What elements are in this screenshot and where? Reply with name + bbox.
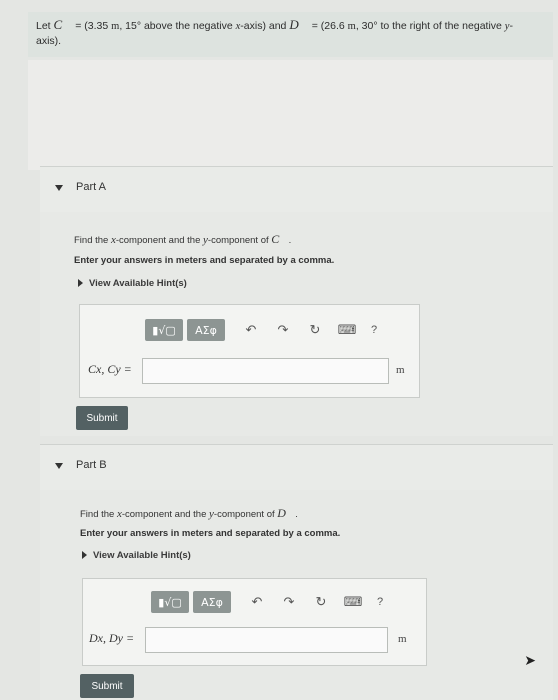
undo-icon[interactable]: ↶ bbox=[241, 320, 261, 340]
part-a-instruction: Enter your answers in meters and separat… bbox=[74, 255, 335, 266]
greek-symbols-button[interactable]: ΑΣφ bbox=[187, 319, 225, 341]
keyboard-icon[interactable]: ⌨ bbox=[337, 320, 357, 340]
part-a-answer-input[interactable] bbox=[142, 358, 389, 384]
d-direction: , 30° to the right of the negative bbox=[355, 20, 502, 32]
part-b-title: Part B bbox=[76, 459, 107, 471]
c-direction: , 15° above the negative bbox=[119, 20, 233, 32]
c-magnitude: = (3.35 bbox=[75, 20, 109, 32]
vector-d: D⃗ bbox=[289, 17, 309, 32]
part-a-submit-button[interactable]: Submit bbox=[76, 406, 128, 430]
part-a-header[interactable]: Part A bbox=[40, 166, 553, 212]
expand-arrow-icon bbox=[82, 551, 87, 560]
templates-button[interactable]: ▮√▢ bbox=[151, 591, 189, 613]
undo-icon[interactable]: ↶ bbox=[247, 592, 267, 612]
redo-icon[interactable]: ↷ bbox=[273, 320, 293, 340]
math-toolbar: ▮√▢ ΑΣφ ↶ ↷ ↻ ⌨ ? bbox=[145, 318, 377, 342]
expand-arrow-icon bbox=[78, 279, 83, 288]
reset-icon[interactable]: ↻ bbox=[311, 592, 331, 612]
problem-statement: Let C⃗ = (3.35 m , 15° above the negative… bbox=[28, 12, 553, 57]
part-b-header[interactable]: Part B bbox=[40, 444, 553, 490]
reset-icon[interactable]: ↻ bbox=[305, 320, 325, 340]
problem-let: Let bbox=[36, 20, 51, 32]
part-b-variable-label: Dx, Dy = bbox=[89, 631, 135, 645]
collapse-arrow-icon[interactable] bbox=[55, 463, 63, 469]
part-b-unit: m bbox=[398, 633, 407, 645]
part-a-unit: m bbox=[396, 364, 405, 376]
part-a-title: Part A bbox=[76, 181, 106, 193]
unit-m: m bbox=[347, 21, 356, 32]
part-b-body: Find the x-component and the y-component… bbox=[40, 490, 553, 700]
help-button[interactable]: ? bbox=[377, 596, 383, 608]
c-end: -axis) and bbox=[240, 20, 287, 32]
collapse-arrow-icon[interactable] bbox=[55, 185, 63, 191]
hyphen: - bbox=[509, 20, 513, 32]
templates-button[interactable]: ▮√▢ bbox=[145, 319, 183, 341]
part-b-question: Find the x-component and the y-component… bbox=[80, 506, 298, 520]
part-b-hint-link[interactable]: View Available Hint(s) bbox=[82, 550, 191, 561]
redo-icon[interactable]: ↷ bbox=[279, 592, 299, 612]
part-b-submit-button[interactable]: Submit bbox=[80, 674, 134, 698]
d-magnitude: = (26.6 bbox=[311, 20, 345, 32]
help-button[interactable]: ? bbox=[371, 324, 377, 336]
part-b-instruction: Enter your answers in meters and separat… bbox=[80, 528, 341, 539]
part-a-answer-box: ▮√▢ ΑΣφ ↶ ↷ ↻ ⌨ ? Cx, Cy = m bbox=[79, 304, 420, 398]
math-toolbar: ▮√▢ ΑΣφ ↶ ↷ ↻ ⌨ ? bbox=[151, 590, 383, 614]
part-a-body: Find the x-component and the y-component… bbox=[40, 212, 553, 436]
vector-c: C⃗ bbox=[53, 17, 73, 32]
part-b-answer-input[interactable] bbox=[145, 627, 388, 653]
greek-symbols-button[interactable]: ΑΣφ bbox=[193, 591, 231, 613]
part-a-hint-link[interactable]: View Available Hint(s) bbox=[78, 278, 187, 289]
mouse-cursor-icon: ➤ bbox=[524, 652, 536, 668]
part-a-variable-label: Cx, Cy = bbox=[88, 362, 132, 376]
part-b-answer-box: ▮√▢ ΑΣφ ↶ ↷ ↻ ⌨ ? Dx, Dy = m bbox=[82, 578, 427, 666]
spacer bbox=[28, 60, 553, 170]
keyboard-icon[interactable]: ⌨ bbox=[343, 592, 363, 612]
part-a-question: Find the x-component and the y-component… bbox=[74, 232, 292, 246]
problem-line2: axis). bbox=[36, 35, 62, 47]
